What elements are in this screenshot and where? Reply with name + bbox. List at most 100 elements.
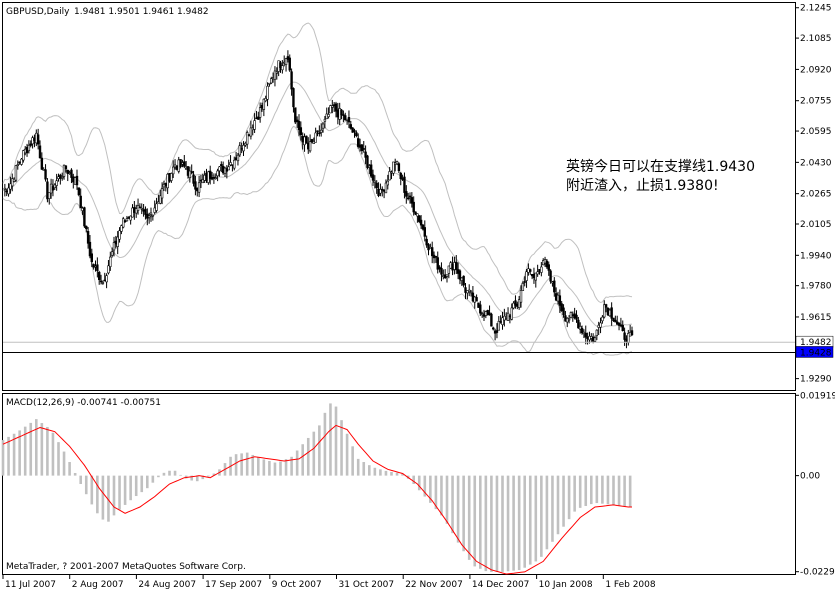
candle-body bbox=[127, 217, 131, 219]
price-tick-label: 2.0105 bbox=[800, 220, 832, 230]
price-axis: 2.1245 2.1085 2.0920 2.0755 2.0595 2.0430 2.02… bbox=[795, 4, 832, 385]
macd-tick-label: 0.00 bbox=[800, 472, 820, 482]
macd-bar bbox=[595, 475, 599, 504]
macd-bar bbox=[329, 403, 332, 476]
candle-body bbox=[109, 256, 112, 267]
candle-body bbox=[521, 283, 525, 291]
price-tick-label: 1.9290 bbox=[800, 375, 832, 385]
candle-body bbox=[9, 183, 12, 190]
macd-bar bbox=[301, 444, 304, 476]
candle-body bbox=[429, 247, 432, 249]
macd-bar bbox=[562, 475, 565, 527]
candle-body bbox=[445, 274, 449, 277]
candle-body bbox=[162, 184, 166, 188]
macd-label: MACD(12,26,9) -0.00741 -0.00751 bbox=[6, 398, 161, 408]
macd-bar bbox=[179, 474, 182, 476]
macd-bar bbox=[567, 475, 571, 520]
candle-body bbox=[453, 262, 456, 270]
candle-body bbox=[99, 280, 103, 283]
candle-body bbox=[247, 134, 251, 136]
candle-body bbox=[571, 314, 575, 316]
candle-body bbox=[275, 71, 278, 74]
macd-bar bbox=[351, 446, 354, 476]
macd-bar bbox=[323, 412, 327, 476]
candle-body bbox=[199, 179, 203, 182]
candle-body bbox=[392, 161, 395, 174]
candle-body bbox=[532, 273, 536, 279]
candle-body bbox=[305, 135, 308, 144]
candle-body bbox=[414, 211, 417, 215]
macd-bar bbox=[129, 475, 132, 501]
candle-body bbox=[575, 314, 578, 320]
macd-bar bbox=[173, 470, 177, 476]
macd-bar bbox=[467, 475, 471, 560]
candle-body bbox=[166, 173, 169, 189]
candle-body bbox=[329, 105, 332, 114]
time-tick-label: 22 Nov 2007 bbox=[405, 580, 463, 590]
macd-bar bbox=[523, 475, 526, 568]
candle-body bbox=[490, 313, 493, 327]
candle-body bbox=[593, 337, 597, 342]
candle-body bbox=[406, 197, 410, 200]
macd-bar bbox=[334, 406, 338, 476]
candle-body bbox=[388, 171, 391, 181]
candle-body bbox=[36, 134, 40, 145]
macd-bar bbox=[151, 475, 155, 483]
candle-body bbox=[40, 157, 44, 170]
candle-body bbox=[16, 164, 19, 166]
macd-bar bbox=[362, 462, 366, 476]
candle-body bbox=[492, 327, 495, 330]
macd-bar bbox=[573, 475, 576, 512]
macd-tick-label: 0.01919 bbox=[800, 391, 835, 401]
macd-bar bbox=[623, 475, 626, 507]
candle-body bbox=[42, 169, 45, 171]
candle-body bbox=[149, 212, 153, 215]
macd-bar bbox=[162, 472, 166, 476]
candle-body bbox=[94, 265, 97, 268]
candle-body bbox=[159, 195, 162, 204]
candle-body bbox=[11, 178, 14, 187]
candle-body bbox=[466, 290, 469, 294]
candle-body bbox=[405, 191, 408, 197]
candle-body bbox=[375, 182, 378, 189]
macd-bar bbox=[556, 475, 560, 535]
candle-body bbox=[295, 119, 299, 122]
candle-body bbox=[125, 218, 129, 222]
macd-bar bbox=[584, 475, 588, 506]
candle-body bbox=[160, 188, 164, 199]
macd-bar bbox=[123, 475, 127, 505]
candle-body bbox=[355, 132, 358, 137]
candle-body bbox=[229, 162, 232, 166]
macd-bar bbox=[379, 469, 382, 476]
macd-bar bbox=[512, 475, 515, 571]
candle-body bbox=[20, 158, 23, 165]
candle-body bbox=[534, 272, 538, 281]
candle-body bbox=[464, 287, 467, 293]
candle-body bbox=[129, 215, 132, 221]
candle-body bbox=[55, 180, 58, 186]
macd-bar bbox=[51, 432, 55, 476]
candle-body bbox=[73, 177, 77, 185]
time-tick-label: 11 Jul 2007 bbox=[5, 580, 56, 590]
candle-body bbox=[538, 269, 541, 272]
candle-body bbox=[170, 173, 173, 181]
candle-body bbox=[96, 264, 99, 271]
candle-body bbox=[172, 166, 175, 175]
candle-body bbox=[225, 168, 229, 172]
macd-bar bbox=[517, 475, 521, 571]
candle-body bbox=[168, 172, 171, 182]
candle-body bbox=[554, 293, 558, 301]
candle-body bbox=[75, 175, 79, 186]
candle-body bbox=[449, 262, 452, 269]
price-tick-label: 1.9615 bbox=[800, 313, 832, 323]
macd-bar bbox=[35, 419, 38, 476]
candle-body bbox=[510, 307, 513, 320]
candle-body bbox=[251, 127, 254, 131]
candle-body bbox=[617, 322, 621, 326]
candle-body bbox=[284, 58, 288, 65]
candle-body bbox=[25, 147, 29, 154]
annotation-line-2: 附近渣入，止损1.9380! bbox=[566, 178, 719, 194]
macd-bar bbox=[140, 475, 144, 493]
price-tick-label: 1.9780 bbox=[800, 282, 832, 292]
candle-body bbox=[77, 187, 81, 196]
